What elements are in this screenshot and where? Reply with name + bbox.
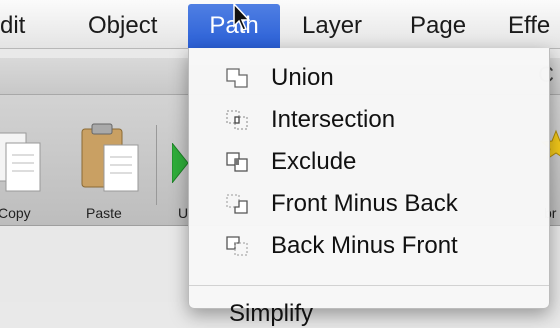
copy-label: Copy (0, 205, 31, 221)
union-icon (226, 68, 248, 88)
menu-item-label: Union (271, 64, 334, 91)
menu-item-label: Back Minus Front (271, 232, 458, 259)
paste-label: Paste (86, 205, 122, 221)
menu-item-intersection[interactable]: Intersection (189, 100, 549, 140)
menu-object[interactable]: Object (88, 4, 178, 48)
back-minus-front-icon (226, 236, 248, 256)
toolbar-divider (156, 125, 157, 205)
menu-item-front-minus-back[interactable]: Front Minus Back (189, 184, 549, 224)
path-menu: Union Intersection Exclude Front Minus B… (188, 48, 550, 327)
menu-bar: dit Object Path Layer Page Effe (0, 0, 560, 49)
menu-separator (189, 285, 549, 286)
menu-item-label: Front Minus Back (271, 190, 458, 217)
exclude-icon (226, 152, 248, 172)
paste-icon[interactable] (78, 121, 142, 197)
menu-item-exclude[interactable]: Exclude (189, 142, 549, 182)
menu-item-label: Intersection (271, 106, 396, 133)
partial-toolbar-label: U (178, 205, 189, 221)
menu-layer[interactable]: Layer (302, 4, 392, 48)
menu-edit[interactable]: dit (0, 4, 60, 48)
menu-item-simplify[interactable]: Simplify (229, 300, 313, 328)
menu-item-union[interactable]: Union (189, 58, 549, 98)
menu-page[interactable]: Page (410, 4, 490, 48)
menu-effects[interactable]: Effe (508, 4, 560, 48)
mouse-cursor-icon (233, 2, 251, 31)
front-minus-back-icon (226, 194, 248, 214)
intersection-icon (226, 110, 248, 130)
menu-item-back-minus-front[interactable]: Back Minus Front (189, 226, 549, 266)
green-arrow-icon[interactable] (172, 143, 188, 183)
menu-item-label: Exclude (271, 148, 357, 175)
copy-icon[interactable] (0, 129, 44, 195)
